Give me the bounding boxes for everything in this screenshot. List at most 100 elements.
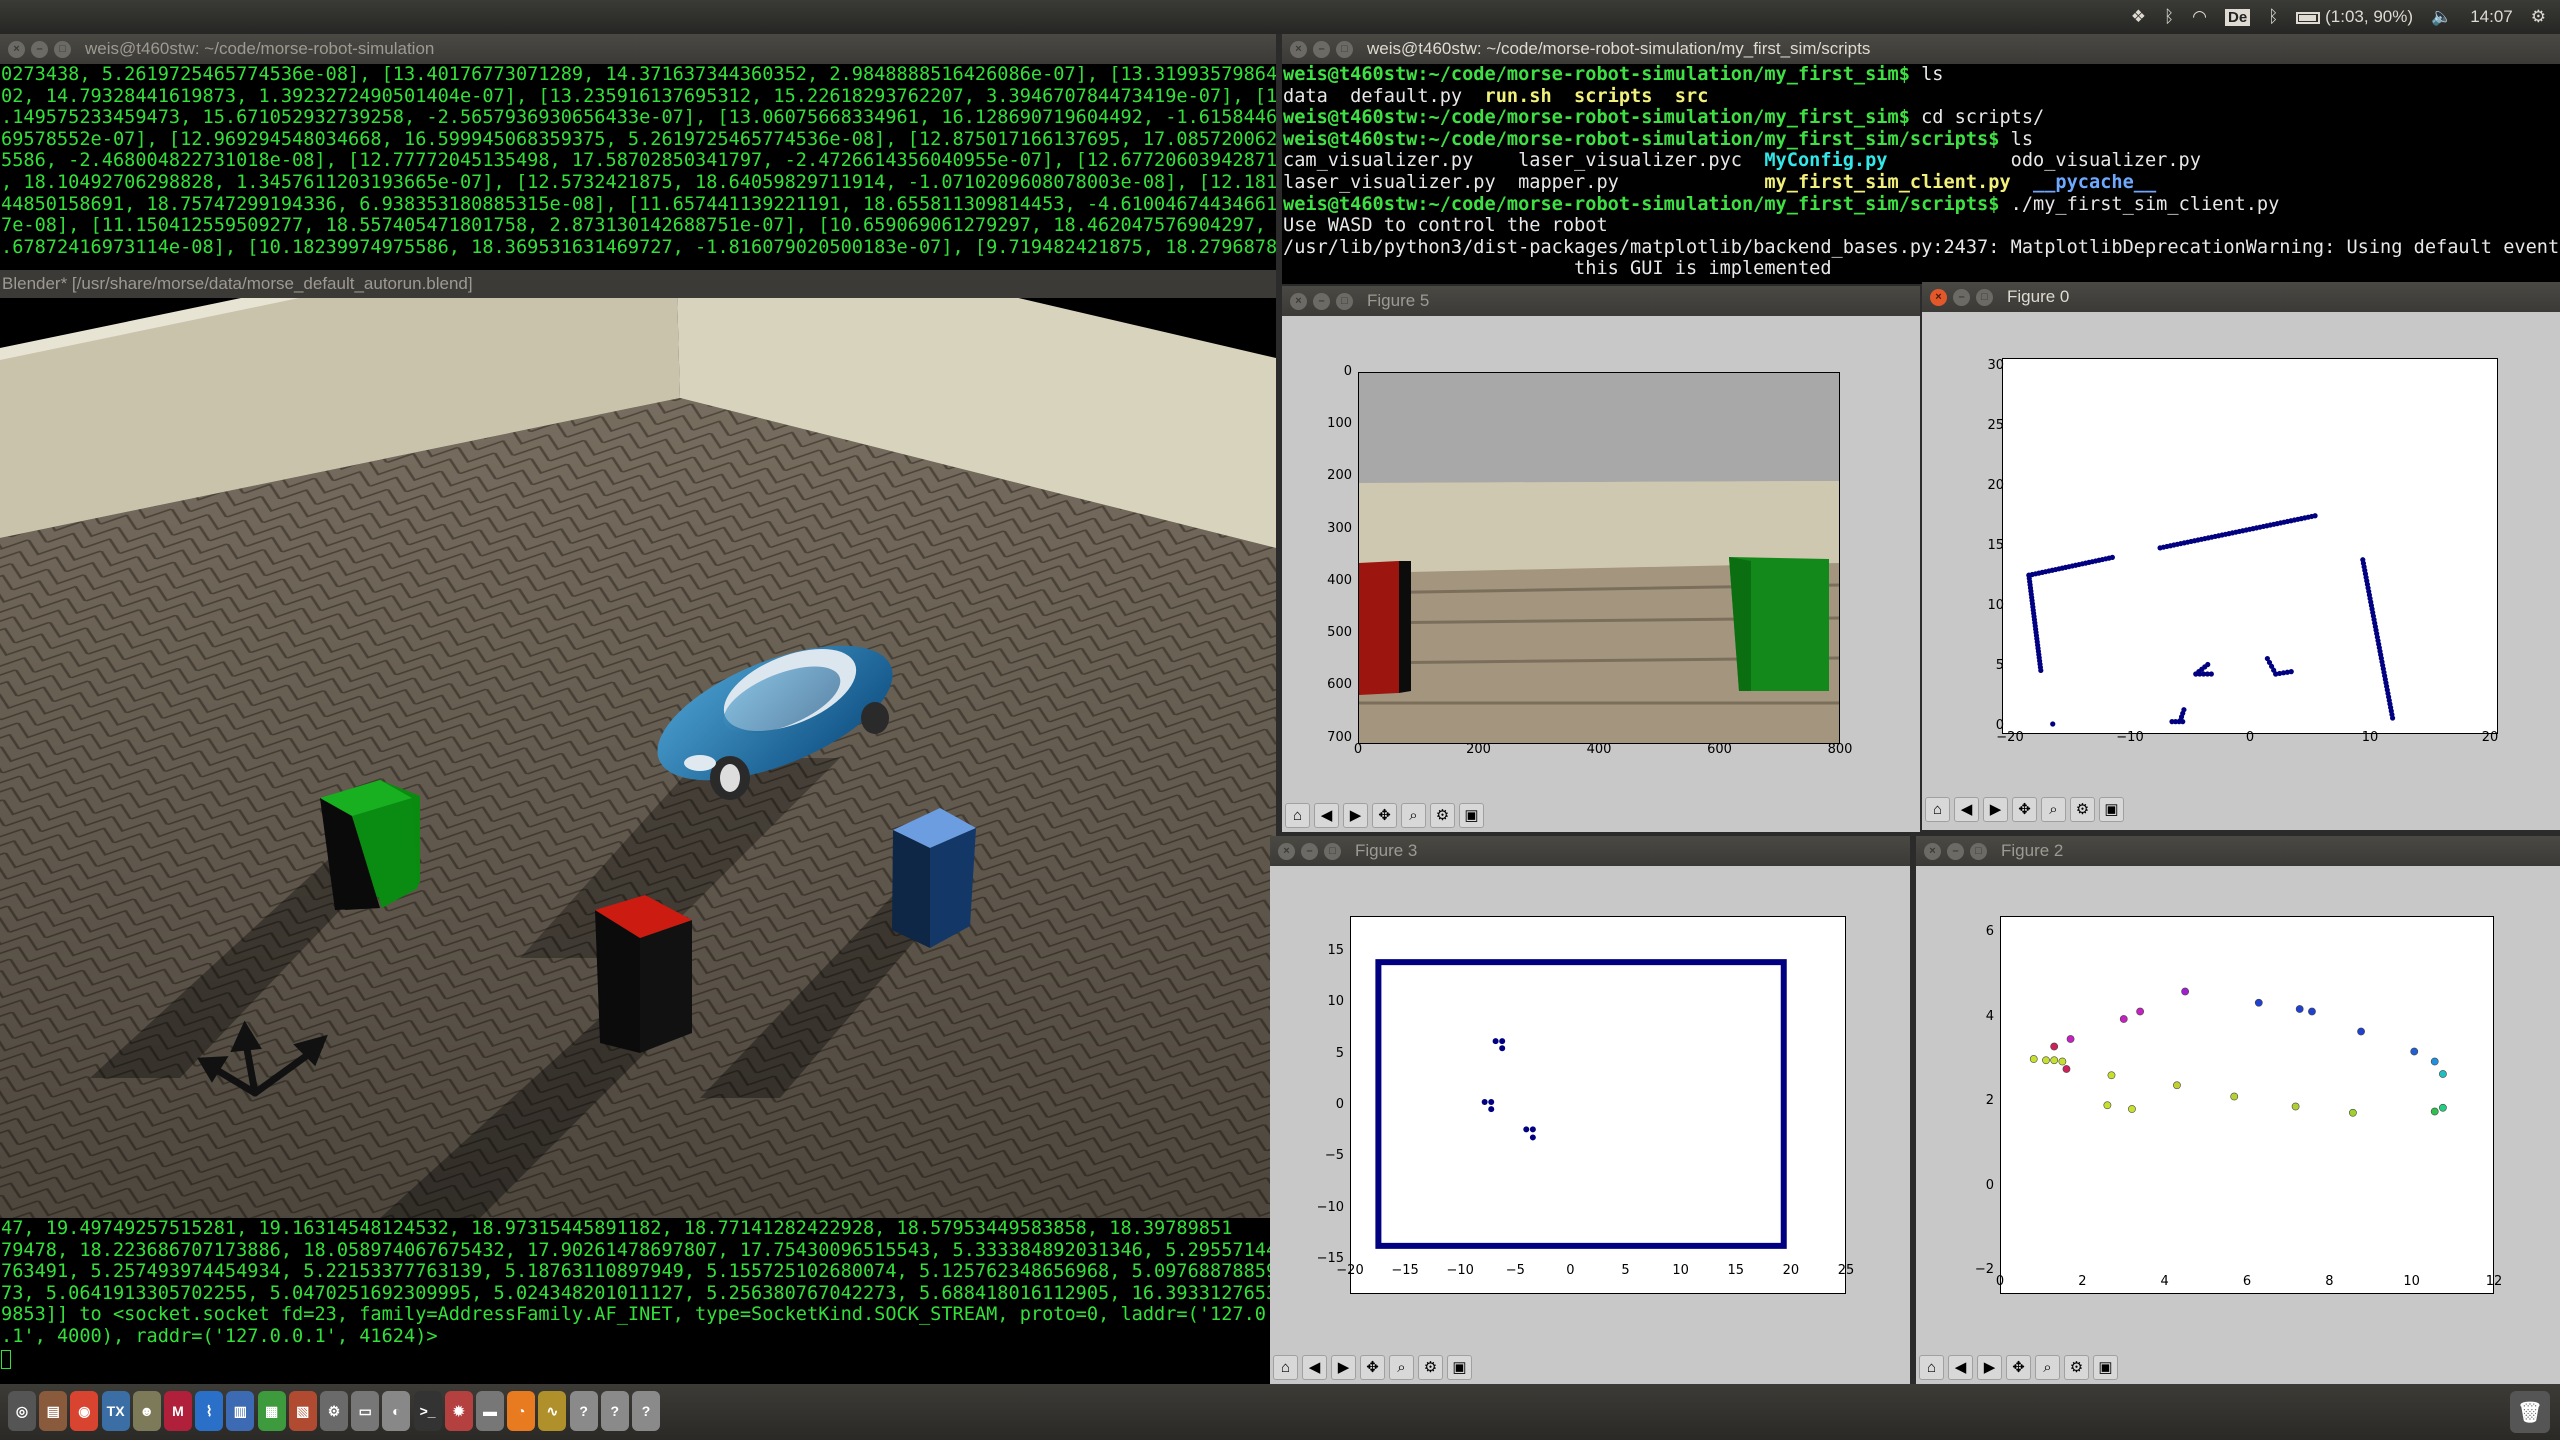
save-icon[interactable]: ▣ xyxy=(2093,1354,2118,1380)
clock[interactable]: 14:07 xyxy=(2470,7,2513,27)
figure-titlebar[interactable]: × – □ Figure 0 xyxy=(1922,282,2560,312)
terminal-window-1[interactable]: × – □ weis@t460stw: ~/code/morse-robot-sim… xyxy=(0,34,1276,270)
dock-dash-icon[interactable]: ◎ xyxy=(8,1391,36,1431)
close-button[interactable]: × xyxy=(1290,40,1307,58)
battery-indicator[interactable]: (1:03, 90%) xyxy=(2296,7,2413,27)
home-icon[interactable]: ⌂ xyxy=(1285,802,1310,828)
dock-chrome-icon[interactable]: ◉ xyxy=(70,1391,99,1431)
terminal-1-output[interactable]: 0273438, 5.2619725465774536e-08], [13.40… xyxy=(0,64,1276,270)
dropbox-icon[interactable]: ❖ xyxy=(2131,7,2146,27)
pan-icon[interactable]: ✥ xyxy=(1372,802,1397,828)
minimize-button[interactable]: – xyxy=(1953,288,1970,306)
home-icon[interactable]: ⌂ xyxy=(1273,1354,1298,1380)
dock-blender-icon[interactable]: ◔ xyxy=(507,1391,536,1431)
zoom-icon[interactable]: ⌕ xyxy=(2041,796,2066,822)
dock-mendeley-icon[interactable]: M xyxy=(164,1391,192,1431)
terminal-1-titlebar[interactable]: × – □ weis@t460stw: ~/code/morse-robot-sim… xyxy=(0,34,1276,64)
dock-drive-icon[interactable]: ▬ xyxy=(476,1391,504,1431)
figure-2-window[interactable]: × – □ Figure 2 0 2 4 6 8 10 12 6 4 2 0 −2 ⌂ ◀ ▶ ✥ ⌕ ⚙ ▣ xyxy=(1916,836,2560,1384)
configure-icon[interactable]: ⚙ xyxy=(1418,1354,1443,1380)
figure-3-window[interactable]: × – □ Figure 3 −20 −15 −10 −5 0 5 10 15 20 25 15 10 5 0… xyxy=(1270,836,1910,1384)
figure-titlebar[interactable]: × – □ Figure 3 xyxy=(1270,836,1910,866)
dock-screenshot-icon[interactable]: ▭ xyxy=(351,1391,380,1431)
trash-icon[interactable]: 🗑 xyxy=(2510,1391,2550,1433)
dock-terminal-icon[interactable]: >_ xyxy=(413,1391,442,1431)
dock-unknown-icon[interactable]: ? xyxy=(569,1391,598,1431)
close-button[interactable]: × xyxy=(1290,292,1307,310)
home-icon[interactable]: ⌂ xyxy=(1925,796,1950,822)
zoom-icon[interactable]: ⌕ xyxy=(1389,1354,1414,1380)
minimize-button[interactable]: – xyxy=(31,40,48,58)
minimize-button[interactable]: – xyxy=(1947,842,1964,860)
maximize-button[interactable]: □ xyxy=(1336,292,1353,310)
terminal-window-2[interactable]: × – □ weis@t460stw: ~/code/morse-robot-sim… xyxy=(1282,34,2560,284)
close-button[interactable]: × xyxy=(1278,842,1295,860)
dock-disk-icon[interactable]: ◐ xyxy=(382,1391,411,1431)
figure-titlebar[interactable]: × – □ Figure 2 xyxy=(1916,836,2560,866)
close-button[interactable]: × xyxy=(8,40,25,58)
maximize-button[interactable]: □ xyxy=(1970,842,1987,860)
maximize-button[interactable]: □ xyxy=(1336,40,1353,58)
keyboard-layout-indicator[interactable]: De xyxy=(2225,8,2251,26)
figure-canvas[interactable]: 0 2 4 6 8 10 12 6 4 2 0 −2 ⌂ ◀ ▶ ✥ ⌕ ⚙ ▣ xyxy=(1916,866,2560,1384)
bluetooth-icon[interactable]: ᛒ xyxy=(2268,7,2278,27)
maximize-button[interactable]: □ xyxy=(54,40,71,58)
back-icon[interactable]: ◀ xyxy=(1302,1354,1327,1380)
close-button[interactable]: × xyxy=(1924,842,1941,860)
blender-titlebar[interactable]: Blender* [/usr/share/morse/data/morse_de… xyxy=(0,270,1276,298)
dock-oscilloscope-icon[interactable]: ∿ xyxy=(538,1391,567,1431)
figure-canvas[interactable]: −20 −10 0 10 20 30 25 20 15 10 5 0 ⌂ ◀ ▶ ✥ ⌕ ⚙ ▣ xyxy=(1922,312,2560,830)
back-icon[interactable]: ◀ xyxy=(1954,796,1979,822)
wifi-icon[interactable]: ◠ xyxy=(2192,7,2207,27)
close-button[interactable]: × xyxy=(1930,288,1947,306)
terminal-1-bottom-output[interactable]: 47, 19.49749257515281, 19.16314548124532… xyxy=(0,1218,1276,1384)
forward-icon[interactable]: ▶ xyxy=(1343,802,1368,828)
dock-network-icon[interactable]: ✹ xyxy=(444,1391,473,1431)
save-icon[interactable]: ▣ xyxy=(1459,802,1484,828)
dock-gimp-icon[interactable]: ☻ xyxy=(132,1391,161,1431)
back-icon[interactable]: ◀ xyxy=(1948,1354,1973,1380)
save-icon[interactable]: ▣ xyxy=(1447,1354,1472,1380)
blender-viewport[interactable] xyxy=(0,298,1276,1218)
forward-icon[interactable]: ▶ xyxy=(1983,796,2008,822)
pan-icon[interactable]: ✥ xyxy=(2006,1354,2031,1380)
figure-titlebar[interactable]: × – □ Figure 5 xyxy=(1282,286,1920,316)
minimize-button[interactable]: – xyxy=(1313,40,1330,58)
back-icon[interactable]: ◀ xyxy=(1314,802,1339,828)
maximize-button[interactable]: □ xyxy=(1324,842,1341,860)
maximize-button[interactable]: □ xyxy=(1976,288,1993,306)
dock-settings-icon[interactable]: ⚙ xyxy=(320,1391,348,1431)
save-icon[interactable]: ▣ xyxy=(2099,796,2124,822)
dock-texstudio-icon[interactable]: TX xyxy=(101,1391,130,1431)
terminal-2-output[interactable]: weis@t460stw:~/code/morse-robot-simulati… xyxy=(1282,64,2560,284)
configure-icon[interactable]: ⚙ xyxy=(2064,1354,2089,1380)
figure-0-window[interactable]: × – □ Figure 0 −20 −10 0 10 20 30 25 20 15 10 5 0 ⌂ ◀ ▶… xyxy=(1922,282,2560,830)
minimize-button[interactable]: – xyxy=(1301,842,1318,860)
volume-icon[interactable]: 🔈 xyxy=(2431,7,2452,27)
dock-monitor-icon[interactable]: ⌇ xyxy=(195,1391,224,1431)
dock-calc-icon[interactable]: ▦ xyxy=(257,1391,286,1431)
dock-files-icon[interactable]: ▤ xyxy=(39,1391,68,1431)
system-tray: ❖ ᛒ ◠ De ᛒ (1:03, 90%) 🔈 14:07 ⚙ xyxy=(2131,0,2546,34)
dock-document-viewer-icon[interactable]: ▥ xyxy=(226,1391,255,1431)
forward-icon[interactable]: ▶ xyxy=(1977,1354,2002,1380)
configure-icon[interactable]: ⚙ xyxy=(1430,802,1455,828)
terminal-2-titlebar[interactable]: × – □ weis@t460stw: ~/code/morse-robot-sim… xyxy=(1282,34,2560,64)
dock-unknown-icon[interactable]: ? xyxy=(600,1391,629,1431)
home-icon[interactable]: ⌂ xyxy=(1919,1354,1944,1380)
figure-canvas[interactable]: −20 −15 −10 −5 0 5 10 15 20 25 15 10 5 0 −5 −10 −15 ⌂ ◀ ▶ ✥… xyxy=(1270,866,1910,1384)
bluetooth-icon[interactable]: ᛒ xyxy=(2164,7,2174,27)
gear-icon[interactable]: ⚙ xyxy=(2531,7,2546,27)
minimize-button[interactable]: – xyxy=(1313,292,1330,310)
zoom-icon[interactable]: ⌕ xyxy=(1401,802,1426,828)
zoom-icon[interactable]: ⌕ xyxy=(2035,1354,2060,1380)
pan-icon[interactable]: ✥ xyxy=(2012,796,2037,822)
pan-icon[interactable]: ✥ xyxy=(1360,1354,1385,1380)
dock-unknown-icon[interactable]: ? xyxy=(632,1391,660,1431)
figure-canvas[interactable]: 0 200 400 600 800 0 100 200 300 400 500 600 700 ⌂ ◀ ▶ ✥… xyxy=(1282,316,1920,832)
forward-icon[interactable]: ▶ xyxy=(1331,1354,1356,1380)
dock-pdf-icon[interactable]: ▧ xyxy=(288,1391,317,1431)
configure-icon[interactable]: ⚙ xyxy=(2070,796,2095,822)
command: ls xyxy=(1909,64,1944,85)
figure-5-window[interactable]: × – □ Figure 5 0 200 400 600 800 0 100 200 300 400 5… xyxy=(1282,286,1920,832)
